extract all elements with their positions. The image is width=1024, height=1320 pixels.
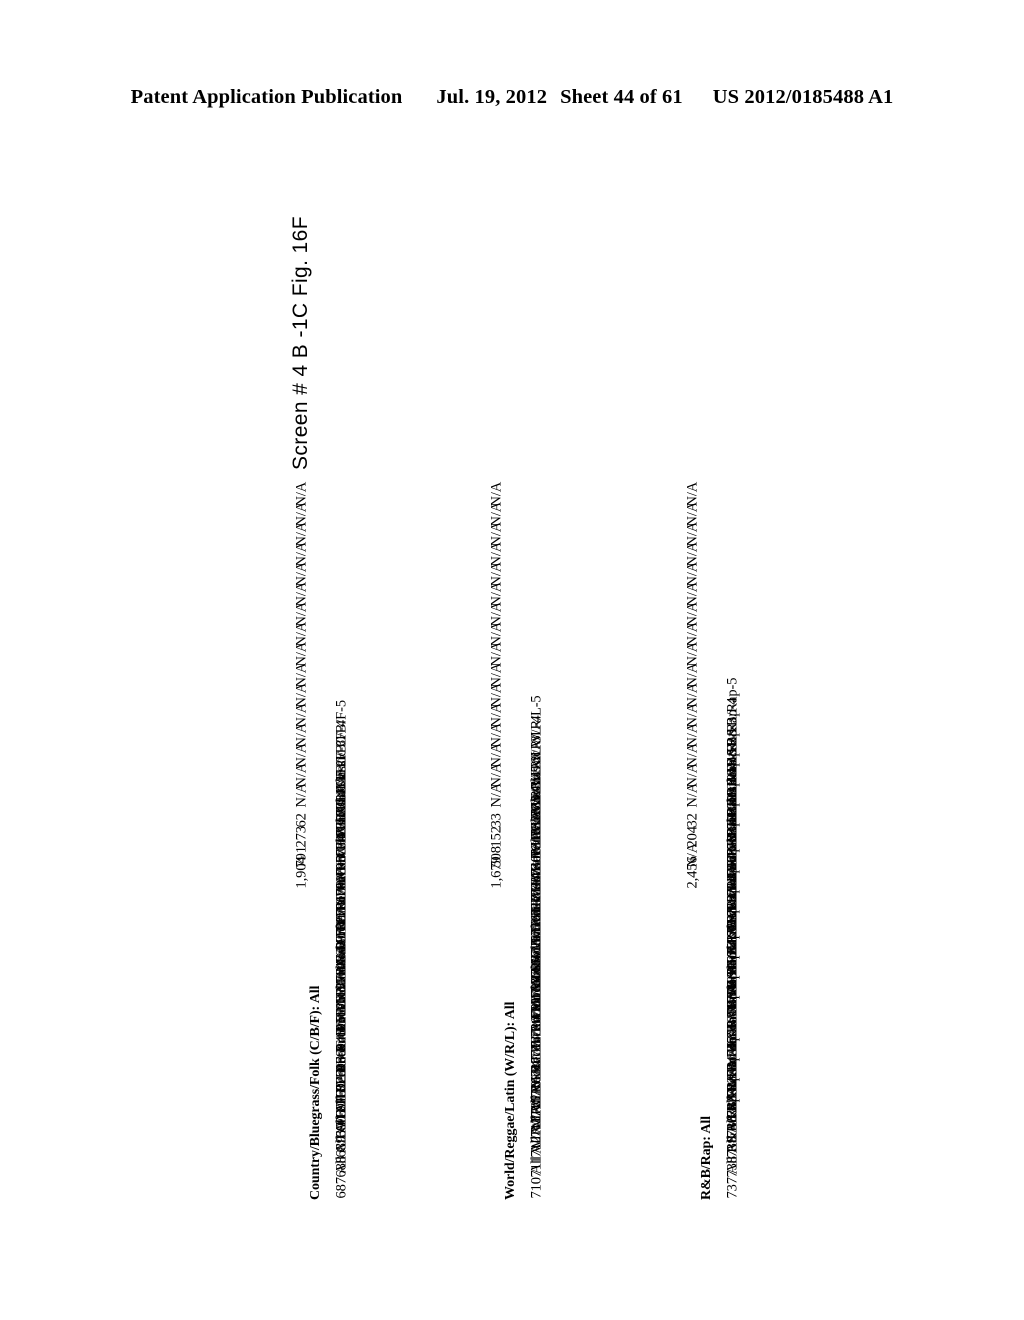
table-row-value: 152 xyxy=(488,826,505,848)
column-header: R&B/Rap: All xyxy=(699,1116,714,1200)
figure-caption: Screen # 4 B -1C Fig. 16F xyxy=(289,216,312,470)
column-header: World/Reggae/Latin (W/R/L): All xyxy=(503,1001,518,1200)
table-row-value: N/A xyxy=(488,481,505,507)
table-row-value: 62 xyxy=(293,813,310,828)
table-row-label: 760 Classic R&B/Rap-5 xyxy=(724,677,741,817)
figure-area: Screen # 4 B -1C Fig. 16F Country/Bluegr… xyxy=(0,0,1024,1320)
table-row-value: 33 xyxy=(488,813,505,828)
table-row-value: 204 xyxy=(684,826,701,848)
table-row-value: N/A xyxy=(293,481,310,507)
table-row-value: 273 xyxy=(293,826,310,848)
table-row-label: 706 Classic C/B/F-5 xyxy=(333,699,350,817)
table-row-value: 32 xyxy=(684,813,701,828)
table-row-value: N/A xyxy=(684,481,701,507)
column-header: Country/Bluegrass/Folk (C/B/F): All xyxy=(308,985,323,1200)
table-row-value: 508 xyxy=(488,846,505,868)
table-row-label: 733 Classic W/R/L-5 xyxy=(528,695,545,817)
table-row-value: 791 xyxy=(293,846,310,868)
